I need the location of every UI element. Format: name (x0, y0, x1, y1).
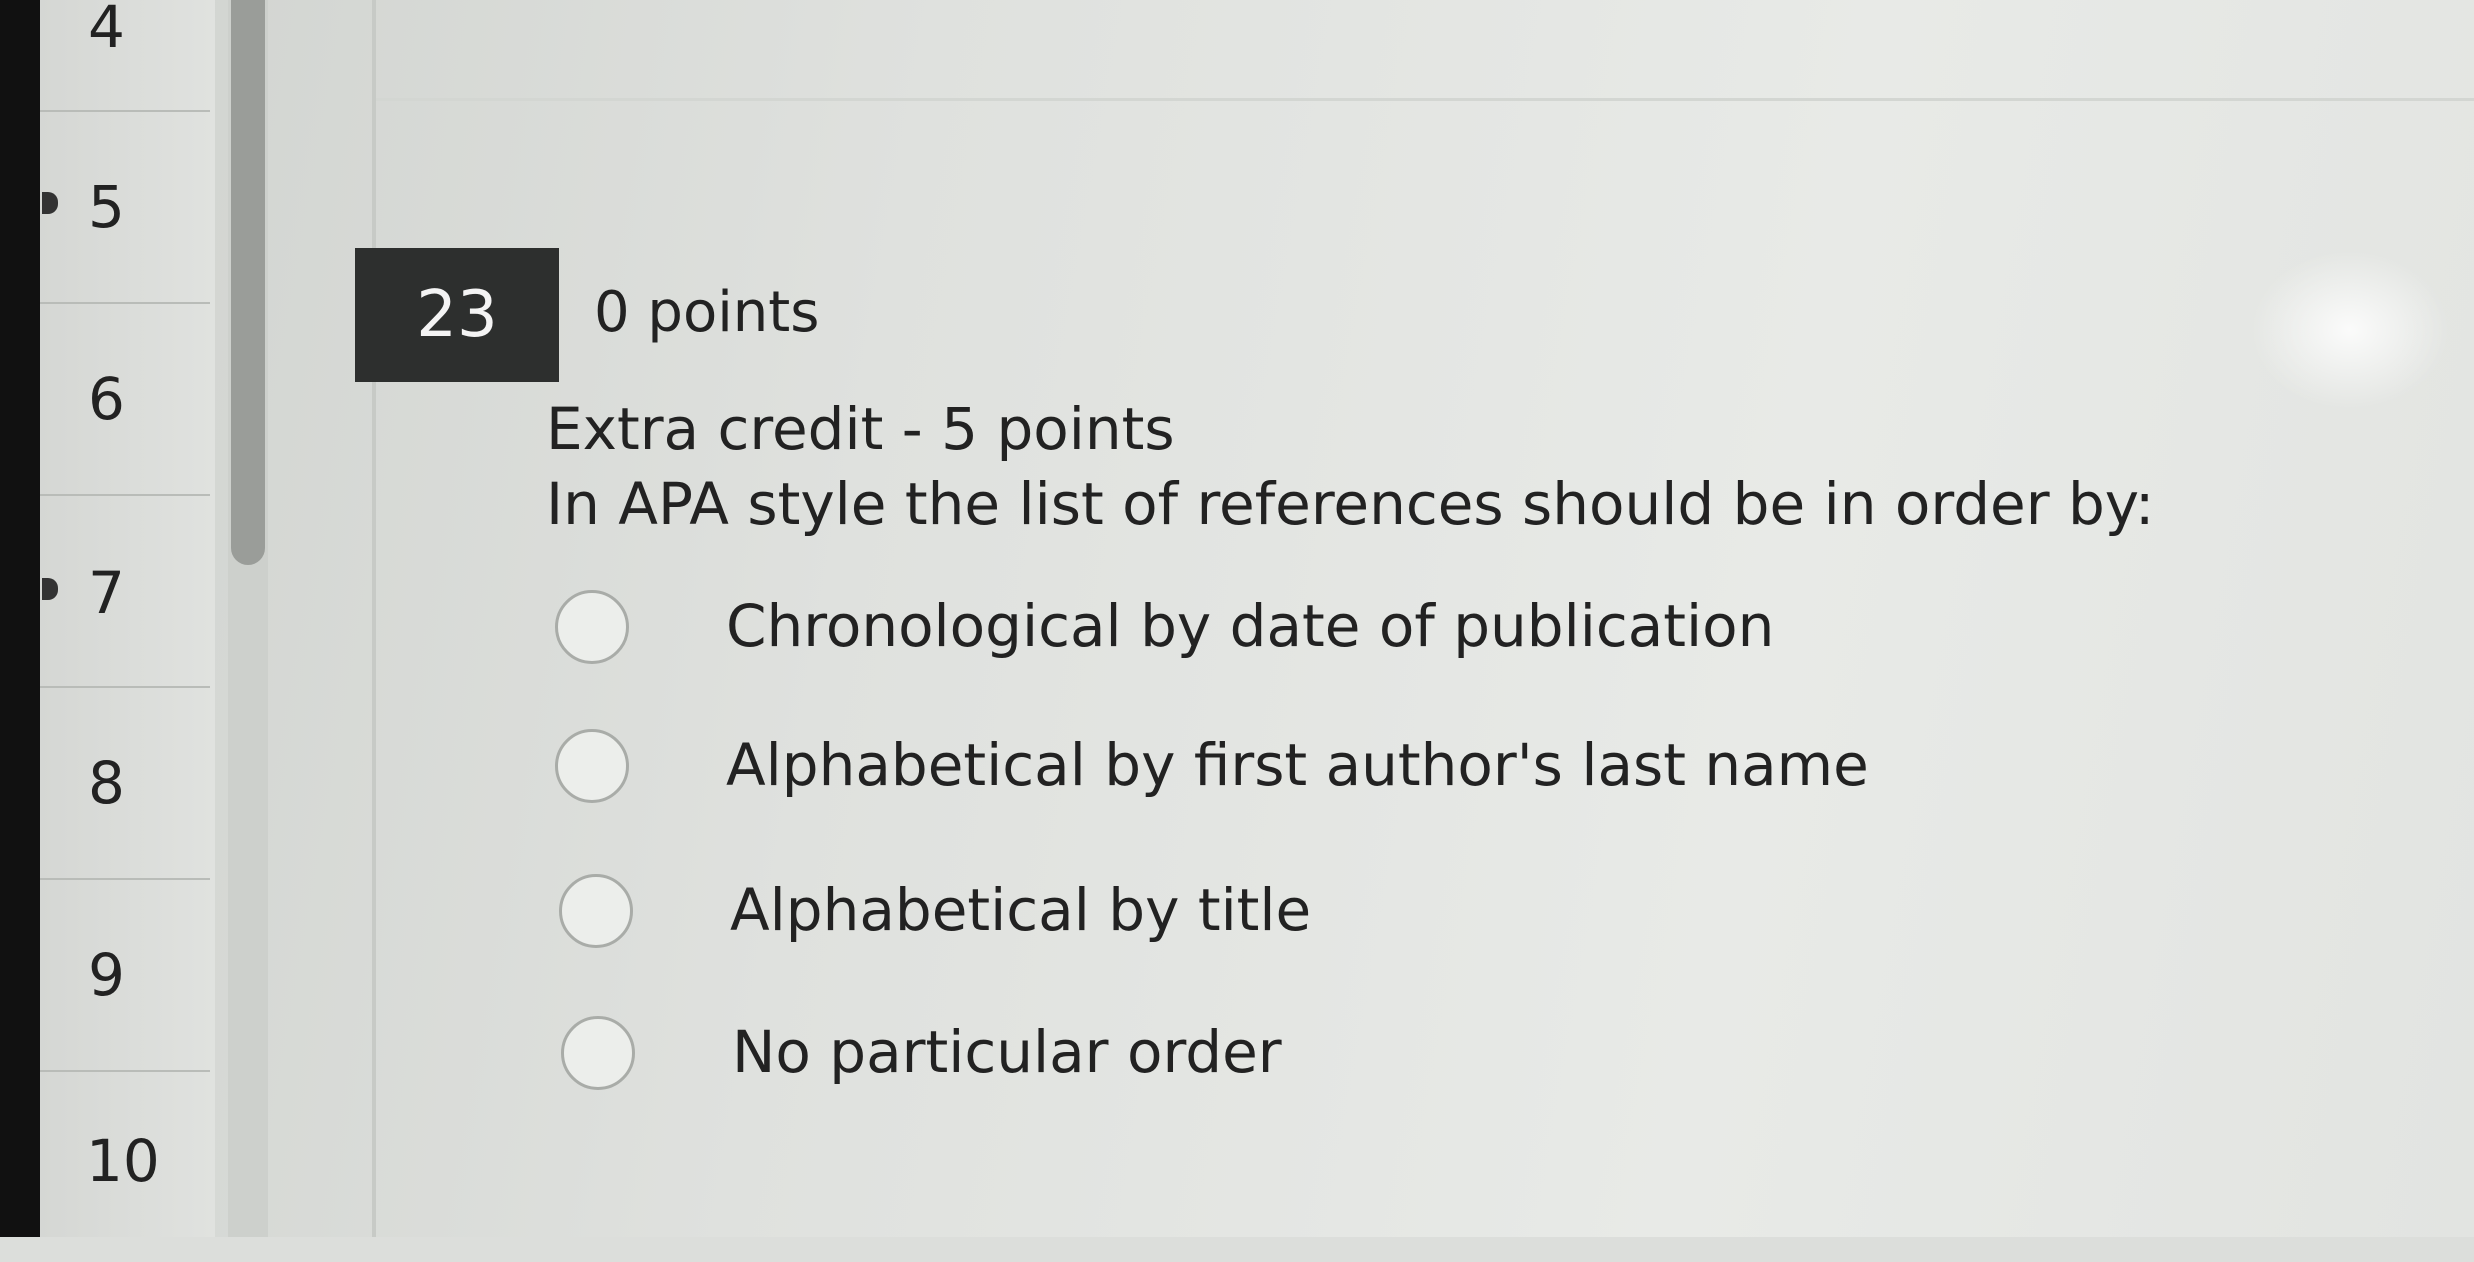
answer-option-label[interactable]: Chronological by date of publication (726, 592, 1774, 660)
answer-option-label[interactable]: No particular order (732, 1018, 1282, 1086)
radio-button[interactable] (561, 1016, 635, 1090)
quiz-page: 4 5 6 7 8 9 10 23 0 points Extra credit … (0, 0, 2474, 1237)
answered-marker-icon (42, 192, 58, 214)
question-nav-item-5[interactable]: 5 (40, 112, 210, 304)
question-nav-item-8[interactable]: 8 (40, 688, 210, 880)
question-text-line-2: In APA style the list of references shou… (546, 470, 2155, 538)
screen-glare (2250, 250, 2450, 410)
question-nav-item-10[interactable]: 10 (40, 1072, 210, 1262)
sidebar-divider (372, 0, 376, 1237)
answer-option-3[interactable]: Alphabetical by title (555, 866, 2055, 956)
radio-button[interactable] (555, 729, 629, 803)
question-text-line-1: Extra credit - 5 points (546, 395, 1175, 463)
question-nav-item-7[interactable]: 7 (40, 496, 210, 688)
question-nav-number: 8 (88, 749, 125, 817)
question-nav-item-6[interactable]: 6 (40, 304, 210, 496)
radio-button[interactable] (555, 590, 629, 664)
answer-option-1[interactable]: Chronological by date of publication (555, 582, 2055, 672)
question-nav-number: 6 (88, 365, 125, 433)
question-separator (376, 98, 2474, 101)
answered-marker-icon (42, 578, 58, 600)
question-nav-item-9[interactable]: 9 (40, 880, 210, 1072)
question-nav-number: 10 (86, 1127, 160, 1195)
question-points: 0 points (594, 280, 820, 345)
question-nav-number: 5 (88, 173, 125, 241)
question-nav-item-4[interactable]: 4 (40, 0, 210, 112)
question-navigation-sidebar: 4 5 6 7 8 9 10 (40, 0, 215, 1237)
answer-option-4[interactable]: No particular order (555, 1008, 2055, 1098)
answer-option-label[interactable]: Alphabetical by first author's last name (726, 731, 1869, 799)
question-number-badge: 23 (355, 248, 559, 382)
answer-option-2[interactable]: Alphabetical by first author's last name (555, 721, 2055, 811)
question-nav-number: 9 (88, 941, 125, 1009)
sidebar-scrollbar-thumb[interactable] (231, 0, 265, 565)
screen-edge (0, 0, 40, 1237)
question-nav-number: 7 (88, 559, 125, 627)
radio-button[interactable] (559, 874, 633, 948)
answer-option-label[interactable]: Alphabetical by title (730, 876, 1311, 944)
question-nav-number: 4 (88, 0, 125, 61)
